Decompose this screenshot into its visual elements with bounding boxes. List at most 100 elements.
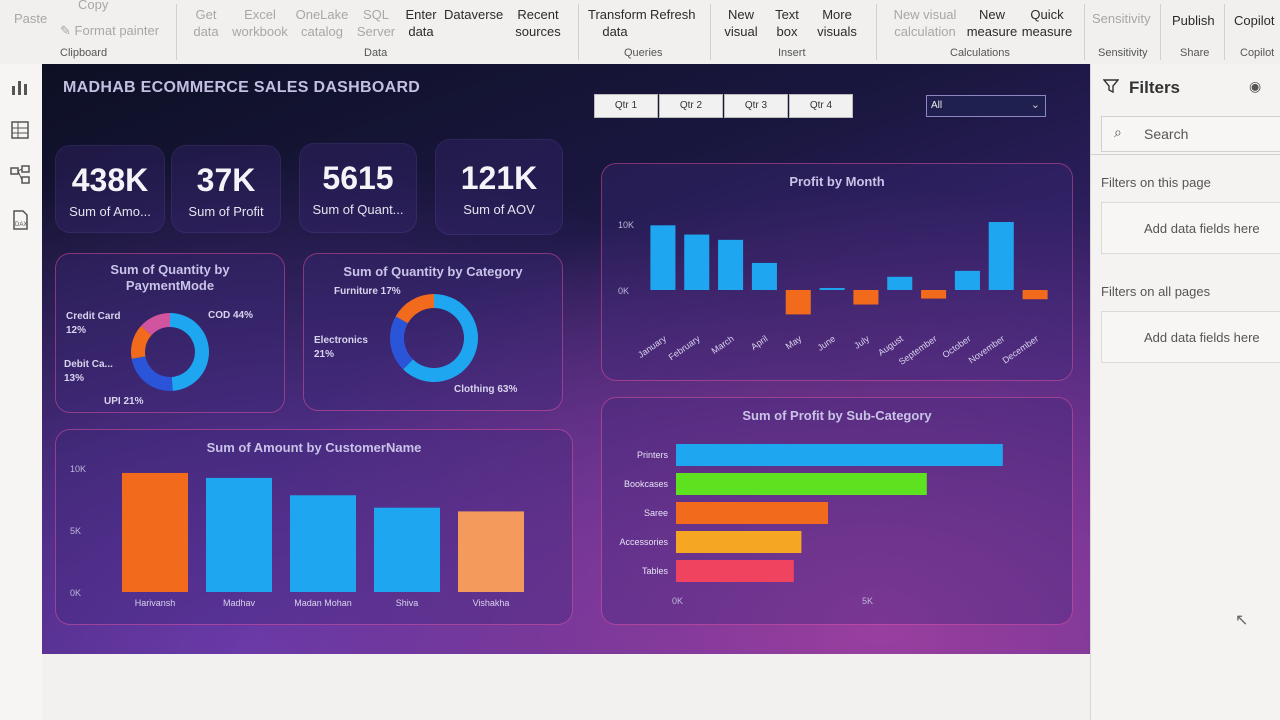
x-tick-label: May	[784, 333, 804, 351]
table-view-icon[interactable]	[9, 119, 31, 141]
quarter-button[interactable]: Qtr 1	[594, 94, 658, 118]
x-tick-label: November	[967, 333, 1007, 365]
dropzone-label: Add data fields here	[1144, 330, 1260, 345]
kpi-label: Sum of AOV	[463, 202, 535, 217]
quarter-button[interactable]: Qtr 3	[724, 94, 788, 118]
onelake-catalog-button[interactable]: OneLake catalog	[294, 6, 350, 40]
bar	[290, 495, 356, 592]
x-tick-label: Shiva	[396, 598, 419, 608]
kpi-card[interactable]: 37K Sum of Profit	[172, 146, 280, 232]
x-tick-label: January	[636, 333, 668, 360]
quarter-button[interactable]: Qtr 2	[659, 94, 723, 118]
x-tick-label: Vishakha	[473, 598, 510, 608]
dropzone-label: Add data fields here	[1144, 221, 1260, 236]
new-measure-button[interactable]: New measure	[966, 6, 1018, 40]
bar	[887, 276, 913, 290]
new-visual-calculation-button[interactable]: New visual calculation	[884, 6, 966, 40]
filters-on-page-label: Filters on this page	[1101, 175, 1211, 190]
kpi-card[interactable]: 438K Sum of Amo...	[56, 146, 164, 232]
quick-measure-button[interactable]: Quick measure	[1020, 6, 1074, 40]
dax-query-view-icon[interactable]: DAX	[9, 209, 31, 231]
y-tick-label: Tables	[642, 566, 669, 576]
donut-slice	[131, 356, 173, 391]
kpi-value: 121K	[460, 160, 538, 196]
paste-button[interactable]: Paste	[14, 10, 47, 27]
group-share: Share	[1180, 47, 1210, 59]
customer-bar-plot: 10K 5K 0K Harivansh Madhav Madan Mohan Shiva Vi…	[70, 464, 524, 608]
sql-server-button[interactable]: SQL Server	[356, 6, 396, 40]
copy-button[interactable]: Copy	[78, 0, 108, 13]
bar	[374, 507, 440, 592]
y-tick-label: Saree	[644, 508, 668, 518]
chevron-down-icon: ⌄	[1030, 99, 1040, 111]
canvas-footer-area	[42, 654, 1090, 720]
slice-label: Credit Card 12%	[66, 311, 121, 336]
payment-mode-chart[interactable]: Sum of Quantity by PaymentMode COD 44% U…	[56, 254, 284, 412]
ribbon-divider	[876, 4, 877, 60]
more-visuals-button[interactable]: More visuals	[810, 6, 864, 40]
new-visual-button[interactable]: New visual	[722, 6, 760, 40]
group-insert: Insert	[778, 47, 806, 59]
slicer-value: All	[931, 100, 943, 111]
search-placeholder: Search	[1144, 126, 1189, 142]
y-tick-label: Printers	[637, 450, 669, 460]
sensitivity-button[interactable]: Sensitivity	[1092, 10, 1151, 27]
excel-workbook-button[interactable]: Excel workbook	[230, 6, 290, 40]
slicer-dropdown[interactable]: All ⌄	[926, 95, 1046, 117]
slice-label: Clothing 63%	[454, 384, 518, 395]
x-tick-label: 0K	[672, 596, 683, 606]
group-queries: Queries	[624, 47, 663, 59]
filters-all-pages-dropzone[interactable]: Add data fields here	[1101, 311, 1280, 363]
customer-amount-chart[interactable]: Sum of Amount by CustomerName 10K 5K 0K Har…	[56, 430, 572, 624]
quarter-button[interactable]: Qtr 4	[789, 94, 853, 118]
x-tick-label: March	[710, 333, 736, 356]
filters-title: Filters	[1129, 78, 1181, 97]
x-tick-label: 5K	[862, 596, 873, 606]
enter-data-button[interactable]: Enter data	[402, 6, 440, 40]
slice-label: Furniture 17%	[334, 286, 401, 297]
bar	[684, 234, 710, 290]
copilot-button[interactable]: Copilot	[1234, 12, 1274, 29]
ribbon-divider	[1084, 4, 1085, 60]
x-tick-label: September	[897, 333, 939, 366]
kpi-card[interactable]: 121K Sum of AOV	[436, 140, 562, 234]
x-tick-label: April	[749, 333, 769, 352]
recent-sources-button[interactable]: Recent sources	[508, 6, 568, 40]
bar	[676, 473, 927, 495]
publish-button[interactable]: Publish	[1172, 12, 1215, 29]
profit-by-month-chart[interactable]: Profit by Month 10K 0K January February Marc…	[602, 164, 1072, 380]
category-chart[interactable]: Sum of Quantity by Category Clothing 63%…	[304, 254, 562, 410]
bar	[853, 290, 879, 305]
bar	[206, 477, 272, 592]
x-tick-label: Madhav	[223, 598, 256, 608]
eye-icon[interactable]: ◉	[1249, 78, 1261, 95]
kpi-value: 5615	[322, 160, 394, 196]
transform-data-button[interactable]: Transform data	[588, 6, 647, 40]
model-view-icon[interactable]	[9, 164, 31, 186]
profit-by-subcategory-chart[interactable]: Sum of Profit by Sub-Category Printers Bo…	[602, 398, 1072, 624]
bar	[676, 444, 1003, 466]
category-donut	[390, 294, 478, 382]
search-icon: ⌕	[1114, 124, 1122, 140]
kpi-card[interactable]: 5615 Sum of Quant...	[300, 144, 416, 232]
text-box-button[interactable]: Text box	[772, 6, 802, 40]
view-rail: DAX	[0, 64, 43, 720]
group-data: Data	[364, 47, 388, 59]
bar	[988, 222, 1014, 290]
donut-slice	[395, 294, 434, 324]
report-canvas: MADHAB ECOMMERCE SALES DASHBOARD Qtr 1 Q…	[42, 64, 1090, 654]
filters-on-page-dropzone[interactable]: Add data fields here	[1101, 202, 1280, 254]
get-data-button[interactable]: Get data	[186, 6, 226, 40]
x-tick-label: July	[852, 333, 871, 351]
report-view-icon[interactable]	[9, 76, 31, 98]
slice-label: Electronics 21%	[314, 335, 368, 360]
refresh-button[interactable]: Refresh	[650, 6, 696, 23]
quarter-slicer: Qtr 1 Qtr 2 Qtr 3 Qtr 4	[588, 64, 858, 124]
svg-text:DAX: DAX	[15, 222, 27, 228]
dataverse-button[interactable]: Dataverse	[444, 6, 503, 23]
bar	[458, 511, 524, 592]
group-copilot: Copilot	[1240, 47, 1275, 59]
filters-search-input[interactable]: ⌕ Search	[1101, 116, 1280, 152]
format-painter-button[interactable]: ✎ Format painter	[60, 22, 159, 39]
filters-all-pages-label: Filters on all pages	[1101, 284, 1211, 299]
